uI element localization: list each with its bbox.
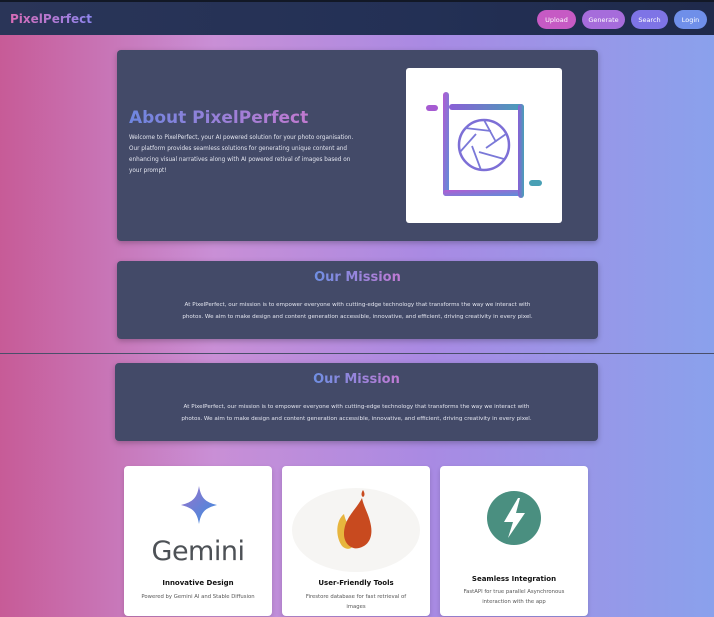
firestore-flame-icon (292, 488, 420, 572)
navbar: PixelPerfect Upload Generate Search Logi… (0, 0, 714, 35)
mission-title-text: Our Mission (314, 270, 401, 285)
feature-card-user-friendly-tools: User-Friendly Tools Firestore database f… (282, 466, 430, 616)
about-card: About PixelPerfect Welcome to PixelPerfe… (117, 50, 598, 241)
mission-description: At PixelPerfect, our mission is to empow… (181, 404, 532, 422)
camera-aperture-crop-icon (426, 92, 542, 198)
feature-description: FastAPI for true parallel Asynchronous i… (463, 589, 565, 605)
mission-card: Our Mission At PixelPerfect, our mission… (117, 261, 598, 339)
generate-button[interactable]: Generate (582, 10, 625, 29)
logo-image (406, 68, 562, 223)
about-description: Welcome to PixelPerfect, your AI powered… (129, 135, 354, 174)
feature-title: Seamless Integration (471, 575, 557, 583)
feature-card-seamless-integration: Seamless Integration FastAPI for true pa… (440, 466, 588, 616)
mission-title: Our Mission (115, 372, 598, 387)
login-button[interactable]: Login (674, 10, 707, 29)
mission-title: Our Mission (117, 270, 598, 285)
mission-card: Our Mission At PixelPerfect, our mission… (115, 363, 598, 441)
divider (0, 353, 714, 354)
feature-description: Firestore database for fast retrieval of… (305, 594, 407, 610)
mission-title-text: Our Mission (313, 372, 400, 387)
brand-logo-text[interactable]: PixelPerfect (10, 12, 92, 26)
upload-button[interactable]: Upload (537, 10, 576, 29)
search-button[interactable]: Search (631, 10, 668, 29)
feature-description: Powered by Gemini AI and Stable Diffusio… (141, 594, 255, 600)
feature-title: Innovative Design (162, 579, 234, 587)
gemini-sparkle-icon (181, 486, 217, 524)
gemini-logo-text: Gemini (151, 536, 245, 567)
mission-description: At PixelPerfect, our mission is to empow… (182, 302, 533, 320)
fastapi-bolt-icon (487, 491, 541, 545)
feature-card-innovative-design: Gemini Innovative Design Powered by Gemi… (124, 466, 272, 616)
feature-title: User-Friendly Tools (318, 579, 394, 587)
about-title: About PixelPerfect (129, 108, 309, 128)
